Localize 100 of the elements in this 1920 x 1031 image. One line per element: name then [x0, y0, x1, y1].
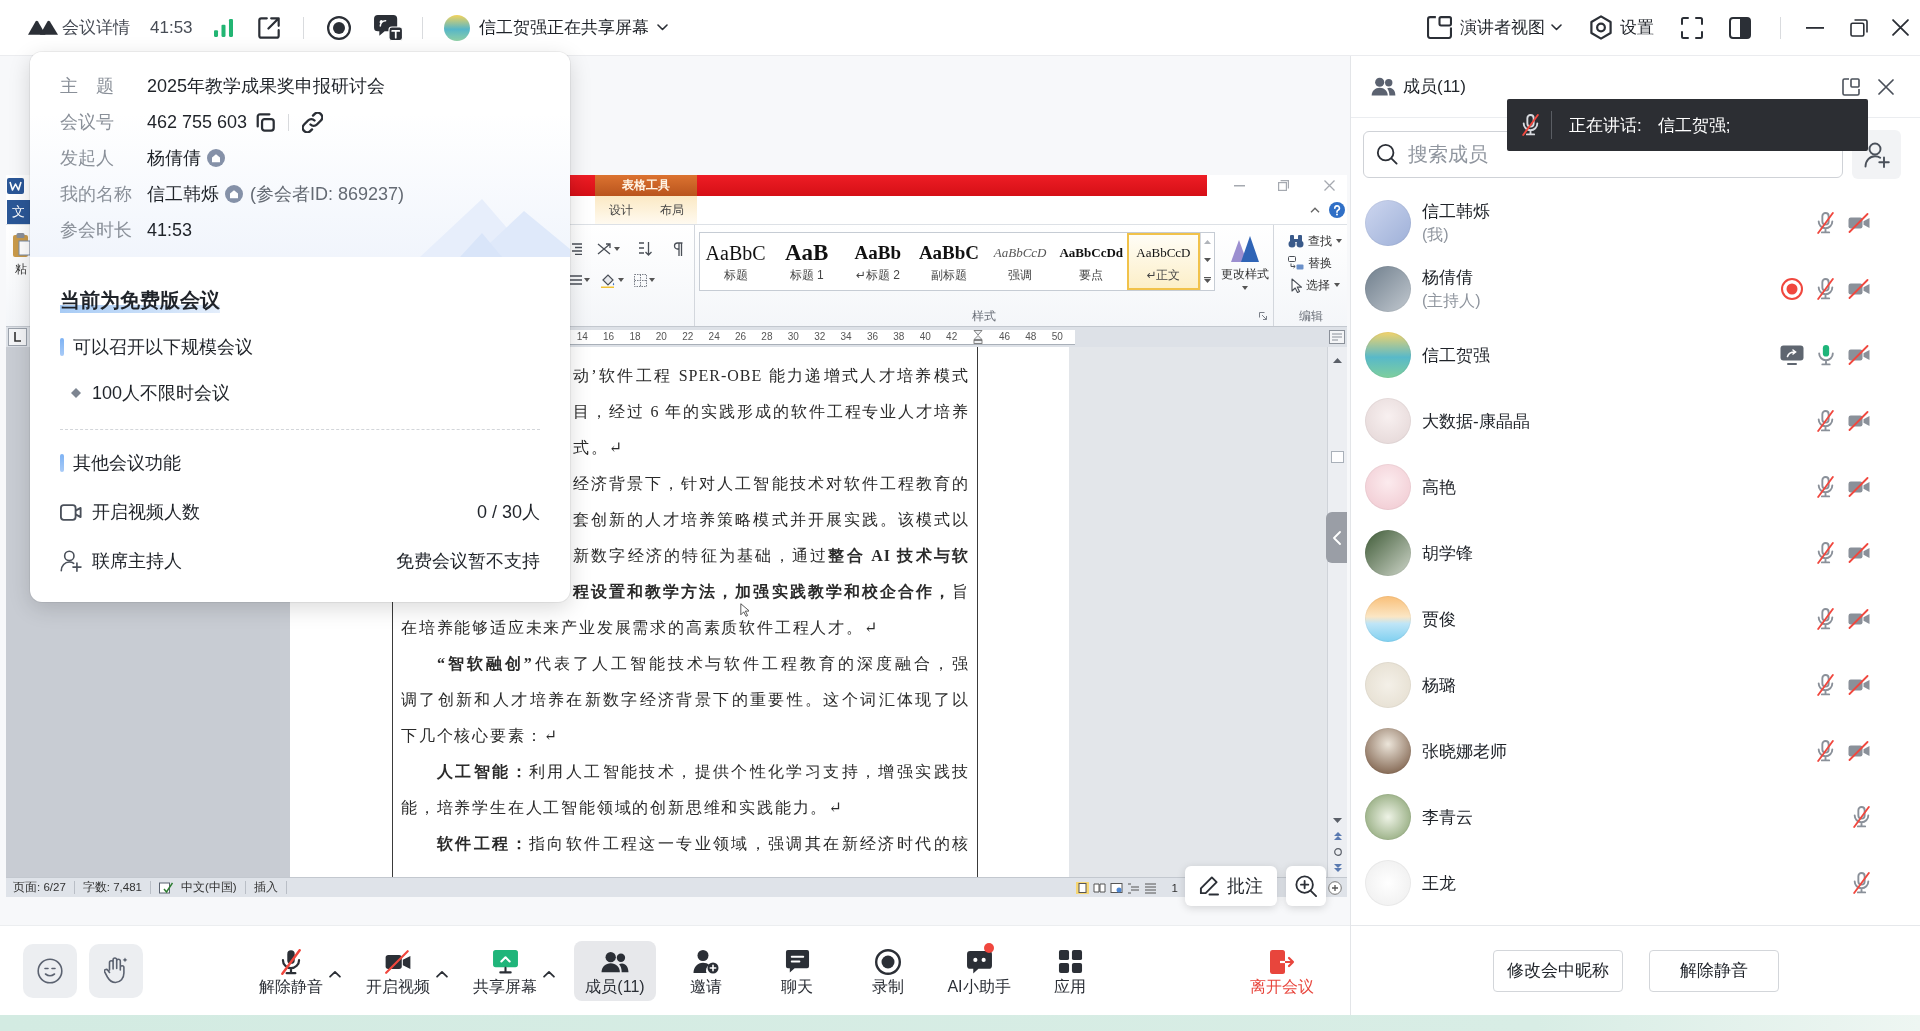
cursor-icon — [1291, 277, 1302, 293]
dialog-launcher-icon[interactable] — [1259, 312, 1267, 320]
apps-button[interactable]: 应用 — [1029, 940, 1111, 1001]
previous-page-icon[interactable] — [1333, 832, 1342, 840]
presenter-view-button[interactable]: 演讲者视图 — [1427, 16, 1562, 39]
gallery-more-icon[interactable] — [1204, 276, 1211, 283]
chat-text-icon[interactable] — [373, 14, 403, 41]
ruler-toggle-icon[interactable] — [1329, 330, 1345, 344]
panel-collapse-handle[interactable] — [1326, 512, 1347, 563]
feature-label: 开启视频人数 — [92, 501, 200, 524]
ruler-number: 22 — [681, 331, 695, 342]
zoom-in-icon[interactable] — [1328, 880, 1342, 895]
action-button[interactable]: 修改会中昵称 — [1492, 949, 1623, 992]
help-icon[interactable] — [1329, 202, 1345, 218]
style-option[interactable]: AaBbC 副标题 — [913, 233, 985, 290]
caret-icon[interactable] — [649, 278, 655, 282]
file-tab[interactable]: 文 — [7, 200, 30, 224]
web-view-icon[interactable] — [1109, 881, 1123, 894]
document-line: “智软融创”代表了人工智能技术与软件工程教育的深度融合，强 — [436, 654, 969, 674]
settings-button[interactable]: 设置 — [1590, 15, 1654, 40]
align-lines-icon[interactable] — [572, 243, 582, 255]
find-button[interactable]: 查找 — [1288, 230, 1347, 252]
zoom-button[interactable] — [1286, 866, 1326, 906]
leave-button[interactable]: 离开会议 — [1241, 940, 1323, 1001]
next-page-icon[interactable] — [1333, 864, 1342, 872]
member-name: 信工贺强 — [1422, 344, 1490, 367]
gallery-down-icon[interactable] — [1204, 258, 1211, 263]
sort-icon[interactable] — [638, 241, 652, 257]
meeting-info-button[interactable]: 会议详情 — [28, 16, 130, 39]
style-option[interactable]: AaBbCcD 强调 — [984, 233, 1056, 290]
members-button[interactable]: 成员(11) — [574, 940, 656, 1001]
style-option[interactable]: AaB 标题 1 — [771, 233, 843, 290]
popout-icon[interactable] — [257, 16, 280, 39]
caret-icon — [656, 24, 668, 31]
annotate-button[interactable]: 批注 — [1185, 866, 1277, 906]
record-icon[interactable] — [326, 15, 351, 40]
app-logo-icon[interactable] — [7, 178, 24, 194]
book-view-icon[interactable] — [1092, 881, 1106, 894]
paint-bucket-icon[interactable] — [600, 272, 616, 288]
sharing-status-button[interactable]: 信工贺强正在共享屏幕 — [443, 14, 668, 41]
close-icon[interactable] — [1892, 19, 1909, 36]
caret-up-icon[interactable] — [329, 969, 341, 978]
border-grid-icon[interactable] — [634, 273, 647, 287]
sidebar-toggle-icon[interactable] — [1729, 16, 1751, 39]
share-screen-button[interactable]: 共享屏幕 — [467, 940, 543, 1001]
replace-button[interactable]: 替换 — [1288, 252, 1347, 274]
page-view-icon[interactable] — [1075, 881, 1089, 894]
style-option[interactable]: AaBb ↵标题 2 — [842, 233, 914, 290]
float-window-icon[interactable] — [1842, 77, 1860, 96]
emoji-button[interactable] — [23, 943, 77, 998]
caret-up-icon[interactable] — [543, 969, 555, 978]
style-option[interactable]: AaBbC 标题 — [700, 233, 772, 290]
select-button[interactable]: 选择 — [1288, 274, 1347, 296]
unmute-button[interactable]: 解除静音 — [253, 940, 329, 1001]
action-button[interactable]: 解除静音 — [1648, 949, 1779, 992]
member-name: 信工韩烁 — [1422, 201, 1490, 223]
crossed-arrows-icon[interactable] — [596, 242, 612, 256]
record-button[interactable]: 录制 — [847, 940, 929, 1001]
change-styles-button[interactable]: 更改样式 — [1221, 232, 1269, 291]
scroll-thumb[interactable] — [1331, 451, 1344, 463]
scroll-up-icon[interactable] — [1333, 358, 1342, 363]
magnifier-plus-icon — [1295, 875, 1317, 897]
assistant-button[interactable]: AI小助手 — [938, 940, 1020, 1001]
field-label: 发起人 — [60, 147, 115, 170]
ribbon-tab[interactable]: 设计 — [595, 196, 646, 224]
scroll-down-icon[interactable] — [1333, 818, 1342, 823]
chat-button[interactable]: 聊天 — [756, 940, 838, 1001]
badge-icon — [225, 185, 243, 203]
robot-icon — [965, 949, 993, 974]
browse-object-icon[interactable] — [1333, 848, 1342, 856]
group-label: 编辑 — [1298, 307, 1323, 325]
field-label: 会议号 — [60, 111, 115, 134]
style-option[interactable]: AaBbCcD ↵正文 — [1126, 233, 1200, 290]
caret-up-icon[interactable] — [436, 969, 448, 978]
caret-icon[interactable] — [584, 278, 590, 282]
avatar — [1365, 530, 1411, 576]
indent-marker-icon[interactable] — [973, 329, 984, 344]
fullscreen-icon[interactable] — [1681, 16, 1703, 39]
tab-stop-icon[interactable] — [8, 328, 27, 346]
ribbon-tab[interactable]: 布局 — [646, 196, 697, 224]
panel-title: 成员(11) — [1403, 76, 1466, 98]
list-icon[interactable] — [570, 275, 582, 285]
caret-icon[interactable] — [1336, 239, 1342, 243]
caret-icon[interactable] — [614, 247, 620, 251]
style-option[interactable]: AaBbCcDd 要点 — [1055, 233, 1127, 290]
caret-icon[interactable] — [618, 278, 624, 282]
restore-icon[interactable] — [1850, 18, 1868, 37]
link-icon[interactable] — [302, 111, 324, 133]
tool-tab-header: 表格工具 — [595, 175, 697, 196]
minimize-icon[interactable] — [1806, 26, 1824, 29]
caret-icon[interactable] — [1242, 286, 1248, 290]
raise-hand-button[interactable] — [89, 943, 143, 998]
invite-button[interactable]: 邀请 — [665, 940, 747, 1001]
close-icon[interactable] — [1878, 78, 1894, 95]
caret-icon[interactable] — [1334, 283, 1340, 287]
copy-icon[interactable] — [256, 112, 276, 132]
pilcrow-icon[interactable] — [673, 242, 683, 256]
collapse-ribbon-icon[interactable] — [1310, 207, 1320, 213]
start-video-button[interactable]: 开启视频 — [360, 940, 436, 1001]
proofing-icon[interactable] — [158, 881, 173, 894]
